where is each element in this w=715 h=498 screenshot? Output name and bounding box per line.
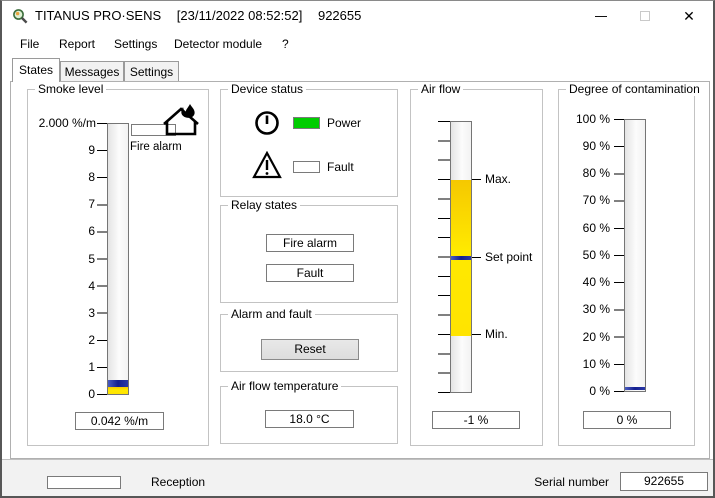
- power-label: Power: [327, 116, 362, 130]
- smoke-tick-label: 0: [88, 387, 95, 401]
- tab-messages[interactable]: Messages: [60, 61, 124, 82]
- device-status-group: Device status: [220, 82, 398, 197]
- menu-detector-module[interactable]: Detector module: [170, 34, 266, 54]
- reception-label: Reception: [151, 475, 206, 489]
- menu-bar: File Report Settings Detector module ?: [2, 32, 713, 54]
- contamination-tick-label: 90 %: [582, 139, 610, 153]
- contamination-tick-label: 20 %: [582, 330, 610, 344]
- window-title: TITANUS PRO·SENS [23/11/2022 08:52:52] 9…: [35, 8, 373, 23]
- air-flow-max-tick: [472, 179, 481, 180]
- minimize-icon: [595, 15, 607, 17]
- tab-settings[interactable]: Settings: [124, 61, 179, 82]
- maximize-button: [624, 3, 666, 29]
- contamination-tick-label: 0 %: [589, 384, 610, 398]
- contamination-tick-label: 50 %: [582, 248, 610, 262]
- reset-button[interactable]: Reset: [261, 339, 359, 360]
- smoke-tick-label: 6: [88, 224, 95, 238]
- serial-number-value: 922655: [620, 472, 708, 491]
- minimize-button[interactable]: [580, 3, 622, 29]
- tab-states[interactable]: States: [12, 58, 60, 82]
- contamination-level-bar: [625, 387, 645, 390]
- contamination-gauge: [624, 119, 646, 392]
- smoke-tick-label: 7: [88, 197, 95, 211]
- title-datetime: [23/11/2022 08:52:52]: [176, 8, 303, 23]
- relay-states-title: Relay states: [228, 198, 301, 212]
- menu-report[interactable]: Report: [55, 34, 99, 54]
- smoke-level-bar: [108, 387, 128, 394]
- title-bar: TITANUS PRO·SENS [23/11/2022 08:52:52] 9…: [2, 1, 713, 31]
- tab-states-label: States: [18, 63, 54, 77]
- warning-triangle-icon: [252, 151, 282, 179]
- smoke-level-value: 0.042 %/m: [75, 412, 164, 430]
- maximize-icon: [640, 11, 650, 21]
- fault-label: Fault: [327, 160, 354, 174]
- contamination-tick-label: 100 %: [575, 112, 610, 126]
- smoke-tick-label: 4: [88, 279, 95, 293]
- relay-fault-indicator: Fault: [266, 264, 354, 282]
- alarm-fault-title: Alarm and fault: [228, 307, 315, 321]
- contamination-tick-label: 30 %: [582, 302, 610, 316]
- fault-state-indicator: [293, 161, 320, 173]
- relay-states-group: Relay states: [220, 198, 398, 303]
- status-bar: Reception Serial number 922655: [2, 459, 713, 496]
- smoke-level-title: Smoke level: [35, 82, 107, 96]
- smoke-alarm-marker: [108, 380, 128, 387]
- smoke-tick-label: 8: [88, 170, 95, 184]
- smoke-tick-label: 1: [88, 360, 95, 374]
- tab-messages-label: Messages: [64, 65, 120, 79]
- serial-number-label: Serial number: [534, 475, 609, 489]
- contamination-tick-label: 10 %: [582, 357, 610, 371]
- air-flow-value: -1 %: [432, 411, 520, 429]
- contamination-title: Degree of contamination: [566, 82, 703, 96]
- title-device-id: 922655: [317, 8, 362, 23]
- close-button[interactable]: ✕: [668, 3, 710, 29]
- menu-file[interactable]: File: [16, 34, 43, 54]
- air-flow-set-point-tick: [472, 257, 481, 258]
- contamination-value: 0 %: [583, 411, 671, 429]
- smoke-tick-label: 3: [88, 306, 95, 320]
- air-flow-title: Air flow: [418, 82, 464, 96]
- device-status-title: Device status: [228, 82, 307, 96]
- relay-fire-alarm-indicator: Fire alarm: [266, 234, 354, 252]
- contamination-tick-label: 40 %: [582, 275, 610, 289]
- menu-settings[interactable]: Settings: [110, 34, 161, 54]
- contamination-tick-label: 60 %: [582, 221, 610, 235]
- app-window: TITANUS PRO·SENS [23/11/2022 08:52:52] 9…: [0, 0, 715, 498]
- smoke-tick-label: 2: [88, 333, 95, 347]
- close-icon: ✕: [683, 7, 695, 24]
- contamination-tick-label: 80 %: [582, 166, 610, 180]
- air-temp-title: Air flow temperature: [228, 379, 342, 393]
- air-flow-set-point-label: Set point: [485, 250, 533, 264]
- app-name: TITANUS PRO·SENS: [35, 8, 162, 23]
- magnifier-icon: [13, 9, 28, 24]
- power-icon: [255, 111, 279, 135]
- air-flow-min-tick: [472, 334, 481, 335]
- air-temp-value: 18.0 °C: [265, 410, 354, 428]
- contamination-tick-label: 70 %: [582, 193, 610, 207]
- air-flow-min-label: Min.: [485, 327, 508, 341]
- air-flow-max-label: Max.: [485, 172, 512, 186]
- smoke-tick-label: 5: [88, 252, 95, 266]
- smoke-level-gauge: [107, 123, 129, 395]
- fire-alarm-icon: [163, 104, 199, 136]
- menu-help[interactable]: ?: [278, 34, 293, 54]
- reception-indicator: [47, 476, 121, 489]
- air-flow-gauge: [450, 121, 472, 393]
- smoke-scale-top-label: 2.000 %/m: [38, 116, 96, 130]
- air-flow-set-point-marker: [451, 256, 471, 260]
- fire-alarm-indicator-label: Fire alarm: [130, 141, 182, 153]
- smoke-tick-label: 9: [88, 143, 95, 157]
- contamination-scale-ticks: [614, 119, 624, 394]
- smoke-scale-ticks: [97, 123, 107, 396]
- power-state-indicator: [293, 117, 320, 129]
- tab-settings-label: Settings: [129, 65, 174, 79]
- air-flow-scale-ticks: [438, 121, 450, 395]
- air-flow-group: Air flow: [410, 82, 543, 446]
